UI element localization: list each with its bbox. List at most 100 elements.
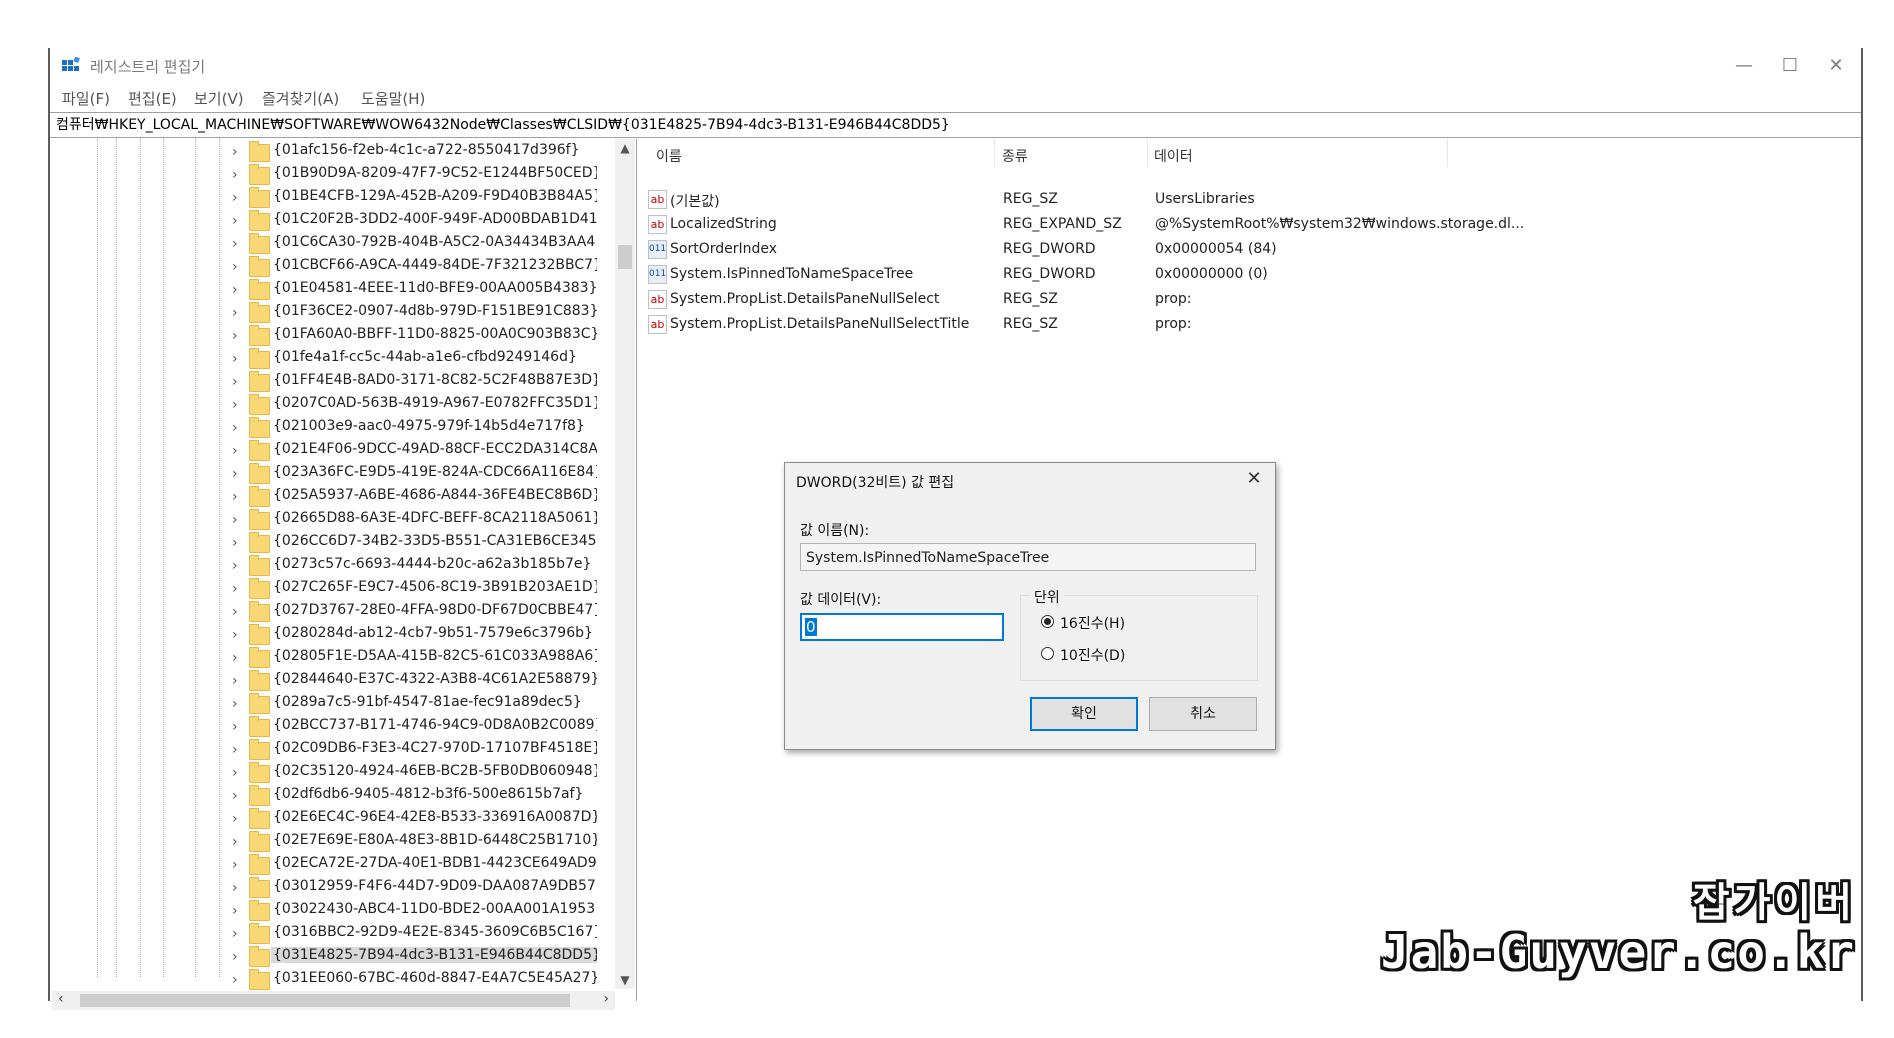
expand-chevron-icon[interactable]: ›: [232, 282, 238, 298]
expand-chevron-icon[interactable]: ›: [232, 259, 238, 275]
close-button[interactable]: ✕: [1813, 52, 1859, 80]
value-row[interactable]: ab LocalizedString REG_EXPAND_SZ @%SystemRo…: [648, 213, 1848, 237]
expand-chevron-icon[interactable]: ›: [232, 167, 238, 183]
pane-splitter[interactable]: [636, 139, 641, 1001]
tree-item[interactable]: › {027D3767-28E0-4FFA-98D0-DF67D0CBBE47}: [232, 601, 597, 624]
expand-chevron-icon[interactable]: ›: [232, 535, 238, 551]
hscroll-thumb[interactable]: [80, 994, 570, 1007]
scroll-right-icon[interactable]: ›: [603, 991, 609, 1007]
expand-chevron-icon[interactable]: ›: [232, 673, 238, 689]
dialog-close-icon[interactable]: ✕: [1241, 467, 1267, 491]
tree-item[interactable]: › {01B90D9A-8209-47F7-9C52-E1244BF50CED}: [232, 164, 597, 187]
tree-item[interactable]: › {025A5937-A6BE-4686-A844-36FE4BEC8B6D}: [232, 486, 597, 509]
menu-view[interactable]: 보기(V): [194, 88, 244, 109]
expand-chevron-icon[interactable]: ›: [232, 489, 238, 505]
expand-chevron-icon[interactable]: ›: [232, 604, 238, 620]
tree-horizontal-scrollbar[interactable]: ‹ ›: [52, 991, 615, 1010]
column-header-data[interactable]: 데이터: [1154, 146, 1193, 166]
expand-chevron-icon[interactable]: ›: [232, 581, 238, 597]
expand-chevron-icon[interactable]: ›: [232, 650, 238, 666]
ok-button[interactable]: 확인: [1030, 697, 1138, 731]
tree-item[interactable]: › {02E7E69E-E80A-48E3-8B1D-6448C25B1710}: [232, 831, 597, 854]
tree-item[interactable]: › {0280284d-ab12-4cb7-9b51-7579e6c3796b}: [232, 624, 597, 647]
expand-chevron-icon[interactable]: ›: [232, 903, 238, 919]
tree-item[interactable]: › {02C35120-4924-46EB-BC2B-5FB0DB060948}: [232, 762, 597, 785]
value-row[interactable]: ab System.PropList.DetailsPaneNullSelectT…: [648, 313, 1848, 337]
expand-chevron-icon[interactable]: ›: [232, 811, 238, 827]
tree-item[interactable]: › {01CBCF66-A9CA-4449-84DE-7F321232BBC7}: [232, 256, 597, 279]
tree-item[interactable]: › {01fe4a1f-cc5c-44ab-a1e6-cfbd9249146d}: [232, 348, 597, 371]
expand-chevron-icon[interactable]: ›: [232, 834, 238, 850]
value-row[interactable]: 011 SortOrderIndex REG_DWORD 0x00000054 (84…: [648, 238, 1848, 262]
menu-edit[interactable]: 편집(E): [128, 88, 177, 109]
expand-chevron-icon[interactable]: ›: [232, 972, 238, 988]
tree-item[interactable]: › {021003e9-aac0-4975-979f-14b5d4e717f8}: [232, 417, 597, 440]
tree-item[interactable]: › {021E4F06-9DCC-49AD-88CF-ECC2DA314C8A}: [232, 440, 597, 463]
expand-chevron-icon[interactable]: ›: [232, 213, 238, 229]
tree-item[interactable]: › {01F36CE2-0907-4d8b-979D-F151BE91C883}: [232, 302, 597, 325]
expand-chevron-icon[interactable]: ›: [232, 788, 238, 804]
menu-file[interactable]: 파일(F): [62, 88, 110, 109]
tree-item[interactable]: › {0316BBC2-92D9-4E2E-8345-3609C6B5C167}: [232, 923, 597, 946]
expand-chevron-icon[interactable]: ›: [232, 949, 238, 965]
tree-item[interactable]: › {0273c57c-6693-4444-b20c-a62a3b185b7e}: [232, 555, 597, 578]
tree-item[interactable]: › {01FF4E4B-8AD0-3171-8C82-5C2F48B87E3D}: [232, 371, 597, 394]
expand-chevron-icon[interactable]: ›: [232, 627, 238, 643]
address-bar[interactable]: 컴퓨터₩HKEY_LOCAL_MACHINE₩SOFTWARE₩WOW6432N…: [50, 112, 1861, 138]
tree-item[interactable]: › {02ECA72E-27DA-40E1-BDB1-4423CE649AD9}: [232, 854, 597, 877]
expand-chevron-icon[interactable]: ›: [232, 926, 238, 942]
value-row[interactable]: ab (기본값) REG_SZ UsersLibraries: [648, 188, 1848, 212]
column-separator[interactable]: [994, 139, 995, 167]
value-row[interactable]: 011 System.IsPinnedToNameSpaceTree REG_DWO…: [648, 263, 1848, 287]
scroll-up-icon[interactable]: ▲: [615, 141, 635, 155]
expand-chevron-icon[interactable]: ›: [232, 880, 238, 896]
tree-item[interactable]: › {01afc156-f2eb-4c1c-a722-8550417d396f}: [232, 141, 597, 164]
expand-chevron-icon[interactable]: ›: [232, 397, 238, 413]
tree-item[interactable]: › {023A36FC-E9D5-419E-824A-CDC66A116E84}: [232, 463, 597, 486]
expand-chevron-icon[interactable]: ›: [232, 420, 238, 436]
expand-chevron-icon[interactable]: ›: [232, 190, 238, 206]
tree-item[interactable]: › {031E4825-7B94-4dc3-B131-E946B44C8DD5}: [232, 946, 597, 969]
tree-item[interactable]: › {01BE4CFB-129A-452B-A209-F9D40B3B84A5}: [232, 187, 597, 210]
menu-favorites[interactable]: 즐겨찾기(A): [262, 88, 339, 109]
expand-chevron-icon[interactable]: ›: [232, 696, 238, 712]
tree-item[interactable]: › {02665D88-6A3E-4DFC-BEFF-8CA2118A5061}: [232, 509, 597, 532]
tree-item[interactable]: › {02844640-E37C-4322-A3B8-4C61A2E58879}: [232, 670, 597, 693]
tree-item[interactable]: › {02805F1E-D5AA-415B-82C5-61C033A988A6}: [232, 647, 597, 670]
expand-chevron-icon[interactable]: ›: [232, 512, 238, 528]
tree-item[interactable]: › {027C265F-E9C7-4506-8C19-3B91B203AE1D}: [232, 578, 597, 601]
value-data-input[interactable]: 0: [800, 613, 1004, 641]
tree-item[interactable]: › {01C20F2B-3DD2-400F-949F-AD00BDAB1D41}: [232, 210, 597, 233]
value-row[interactable]: ab System.PropList.DetailsPaneNullSelect R…: [648, 288, 1848, 312]
column-header-name[interactable]: 이름: [656, 146, 682, 166]
column-separator[interactable]: [1447, 139, 1448, 167]
tree-item[interactable]: › {01FA60A0-BBFF-11D0-8825-00A0C903B83C}: [232, 325, 597, 348]
column-separator[interactable]: [1147, 139, 1148, 167]
cancel-button[interactable]: 취소: [1149, 697, 1257, 731]
expand-chevron-icon[interactable]: ›: [232, 466, 238, 482]
expand-chevron-icon[interactable]: ›: [232, 857, 238, 873]
expand-chevron-icon[interactable]: ›: [232, 374, 238, 390]
expand-chevron-icon[interactable]: ›: [232, 719, 238, 735]
column-header-type[interactable]: 종류: [1002, 146, 1028, 166]
menu-help[interactable]: 도움말(H): [361, 88, 425, 109]
tree-item[interactable]: › {02df6db6-9405-4812-b3f6-500e8615b7af}: [232, 785, 597, 808]
expand-chevron-icon[interactable]: ›: [232, 742, 238, 758]
tree-item[interactable]: › {03022430-ABC4-11D0-BDE2-00AA001A1953}: [232, 900, 597, 923]
tree-item[interactable]: › {01C6CA30-792B-404B-A5C2-0A34434B3AA4}: [232, 233, 597, 256]
tree-item[interactable]: › {026CC6D7-34B2-33D5-B551-CA31EB6CE345}: [232, 532, 597, 555]
expand-chevron-icon[interactable]: ›: [232, 558, 238, 574]
tree-item[interactable]: › {02C09DB6-F3E3-4C27-970D-17107BF4518E}: [232, 739, 597, 762]
tree-item[interactable]: › {02E6EC4C-96E4-42E8-B533-336916A0087D}: [232, 808, 597, 831]
tree-item[interactable]: › {031EE060-67BC-460d-8847-E4A7C5E45A27}: [232, 969, 597, 992]
expand-chevron-icon[interactable]: ›: [232, 328, 238, 344]
minimize-button[interactable]: —: [1721, 52, 1767, 80]
expand-chevron-icon[interactable]: ›: [232, 305, 238, 321]
scroll-down-icon[interactable]: ▼: [615, 973, 635, 987]
expand-chevron-icon[interactable]: ›: [232, 351, 238, 367]
scroll-thumb[interactable]: [618, 245, 632, 269]
expand-chevron-icon[interactable]: ›: [232, 443, 238, 459]
tree-vertical-scrollbar[interactable]: ▲ ▼: [615, 139, 635, 989]
tree-item[interactable]: › {01E04581-4EEE-11d0-BFE9-00AA005B4383}: [232, 279, 597, 302]
tree-item[interactable]: › {0207C0AD-563B-4919-A967-E0782FFC35D1}: [232, 394, 597, 417]
